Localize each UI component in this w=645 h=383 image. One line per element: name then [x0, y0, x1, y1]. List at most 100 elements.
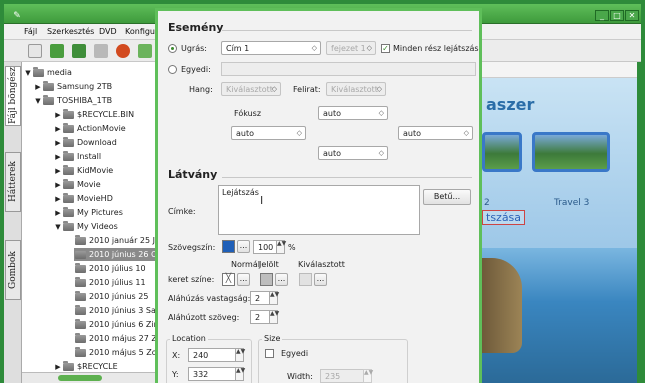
tab-buttons[interactable]: Gombok [5, 240, 21, 300]
tree-item[interactable]: 2010 január 25 Ja [74, 234, 155, 247]
section-divider [222, 177, 472, 178]
focus-up-select[interactable]: auto ◇ [318, 106, 388, 120]
x-spinner[interactable]: ▲▼ [235, 348, 245, 362]
x-label: X: [172, 351, 181, 360]
custom-radio[interactable] [168, 65, 177, 74]
tab-backgrounds[interactable]: Hátterek [5, 152, 21, 212]
settings-wrench-icon[interactable] [94, 44, 108, 58]
audio-select[interactable]: Kiválasztott ◇ [221, 82, 281, 96]
tree-item[interactable]: ▼ TOSHIBA_1TB [34, 94, 112, 107]
subtitle-select[interactable]: Kiválasztott ◇ [326, 82, 386, 96]
preview-play-button[interactable]: tszása [482, 210, 526, 225]
tree-item[interactable]: 2010 június 25 [74, 290, 148, 303]
state-normal-label: Normál [231, 260, 260, 269]
tree-item[interactable]: ▶ Samsung 2TB [34, 80, 112, 93]
folder-icon [63, 122, 74, 133]
font-button[interactable]: Betű... [423, 189, 471, 205]
tree-item[interactable]: ▶ $RECYCLE [54, 360, 118, 372]
save-icon[interactable] [72, 44, 86, 58]
text-color-button[interactable]: ... [237, 240, 250, 253]
frame-color-label: keret színe: [168, 275, 215, 284]
tree-item[interactable]: ▶ Movie [54, 178, 101, 191]
updown-icon: ◇ [311, 44, 317, 52]
open-icon[interactable] [50, 44, 64, 58]
tree-item[interactable]: ▼ My Videos [54, 220, 118, 233]
tree-item[interactable]: 2010 július 10 [74, 262, 146, 275]
tree-item[interactable]: 2010 július 11 [74, 276, 146, 289]
updown-icon: ◇ [378, 109, 384, 117]
video-thumbnail[interactable] [532, 132, 610, 172]
tree-item[interactable]: ▶ Download [54, 136, 117, 149]
tree-item[interactable]: ▶ ActionMovie [54, 122, 126, 135]
tree-item[interactable]: ▶ KidMovie [54, 164, 113, 177]
selected-color-swatch[interactable] [299, 273, 312, 286]
state-marked-label: Jelölt [259, 260, 279, 269]
focus-label: Fókusz [234, 109, 262, 118]
no-color-swatch-icon[interactable]: ╳ [222, 273, 235, 286]
burn-icon[interactable] [116, 44, 130, 58]
tree-item[interactable]: ▼ media [24, 66, 72, 79]
tree-item[interactable]: ▶ Install [54, 150, 101, 163]
maximize-button[interactable]: □ [610, 10, 624, 21]
y-input[interactable]: 332 [188, 367, 236, 381]
opacity-spinner[interactable]: ▲▼ [276, 240, 286, 254]
tab-file-browser[interactable]: Fájl böngész [5, 66, 21, 126]
underline-width-spinner[interactable]: ▲▼ [269, 291, 279, 305]
x-input[interactable]: 240 [188, 348, 236, 362]
menu-edit[interactable]: Szerkesztés [47, 27, 94, 36]
tree-item[interactable]: 2010 június 3 Sar [74, 304, 155, 317]
chapter-select[interactable]: fejezet 1 ◇ [326, 41, 376, 55]
tree-item[interactable]: ▶ MovieHD [54, 192, 113, 205]
tree-item[interactable]: 2010 június 6 Zin [74, 318, 155, 331]
text-color-swatch[interactable] [222, 240, 235, 253]
tree-item[interactable]: ▶ My Pictures [54, 206, 123, 219]
custom-command-input[interactable] [221, 62, 476, 76]
folder-icon [63, 360, 74, 371]
custom-size-checkbox[interactable] [265, 349, 274, 358]
normal-color-button[interactable]: ... [237, 273, 250, 286]
tree-horizontal-scrollbar[interactable] [22, 372, 155, 383]
subtitle-label: Felirat: [293, 85, 321, 94]
folder-icon [43, 80, 54, 91]
focus-left-select[interactable]: auto ◇ [231, 126, 306, 140]
y-spinner[interactable]: ▲▼ [235, 367, 245, 381]
add-icon[interactable] [138, 44, 152, 58]
width-input[interactable]: 235 [320, 369, 364, 383]
underlined-text-input[interactable]: 2 [250, 310, 270, 324]
opacity-input[interactable]: 100 [253, 240, 277, 254]
folder-icon [75, 332, 86, 343]
folder-icon [75, 248, 86, 259]
marked-color-button[interactable]: ... [275, 273, 288, 286]
width-spinner[interactable]: ▲▼ [363, 369, 373, 383]
preview-label: Travel 3 [554, 198, 590, 208]
underline-width-label: Aláhúzás vastagság: [168, 294, 251, 303]
minimize-button[interactable]: _ [595, 10, 609, 21]
menu-dvd[interactable]: DVD [99, 27, 117, 36]
underline-width-input[interactable]: 2 [250, 291, 270, 305]
underlined-text-spinner[interactable]: ▲▼ [269, 310, 279, 324]
button-properties-dialog: Esemény Ugrás: Cím 1 ◇ fejezet 1 ◇ ✓ Minde… [155, 8, 482, 383]
play-all-checkbox[interactable]: ✓ [381, 44, 390, 53]
tree-item[interactable]: 2010 május 5 Zoz [74, 346, 155, 359]
label-textarea[interactable]: Lejátszás [218, 185, 420, 235]
marked-color-swatch[interactable] [260, 273, 273, 286]
jump-title-select[interactable]: Cím 1 ◇ [221, 41, 321, 55]
scrollbar-thumb[interactable] [58, 375, 102, 381]
focus-right-select[interactable]: auto ◇ [398, 126, 473, 140]
selected-color-button[interactable]: ... [314, 273, 327, 286]
close-button[interactable]: ✕ [625, 10, 639, 21]
width-label: Width: [287, 372, 313, 381]
jump-radio[interactable] [168, 44, 177, 53]
new-project-icon[interactable] [28, 44, 42, 58]
underlined-text-label: Aláhúzott szöveg: [168, 313, 240, 322]
folder-icon [63, 206, 74, 217]
focus-down-select[interactable]: auto ◇ [318, 146, 388, 160]
updown-icon: ◇ [271, 85, 277, 93]
tree-item[interactable]: 2010 május 27 Zi [74, 332, 155, 345]
video-thumbnail[interactable] [482, 132, 522, 172]
menu-file[interactable]: Fájl [24, 27, 37, 36]
menu-config[interactable]: Konfigu [125, 27, 155, 36]
tree-item[interactable]: ▶ $RECYCLE.BIN [54, 108, 134, 121]
tree-item-selected[interactable]: 2010 június 26 O [74, 248, 155, 261]
side-tabs: Fájl böngész Hátterek Gombok [4, 62, 22, 383]
